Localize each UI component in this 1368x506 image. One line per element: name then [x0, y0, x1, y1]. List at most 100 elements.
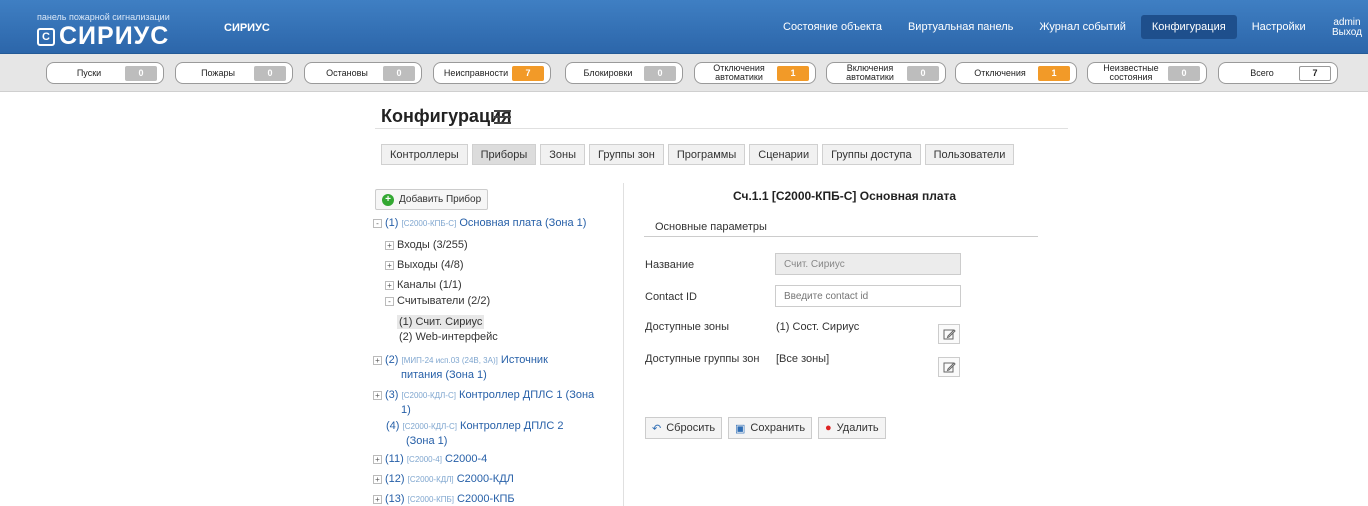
tree-node-4-line2: (Зона 1) — [406, 435, 448, 447]
tree-node-11[interactable]: + (11) [С2000-4] С2000-4 — [373, 453, 487, 465]
tree-node-1[interactable]: - (1) [С2000-КПБ-С] Основная плата (Зона … — [373, 217, 586, 229]
menu-icon[interactable] — [494, 110, 511, 124]
tree-node-readers[interactable]: - Считыватели (2/2) — [385, 295, 490, 307]
counter-label: Неисправности — [443, 67, 509, 78]
section-title: Основные параметры — [655, 221, 767, 233]
tab-users[interactable]: Пользователи — [924, 144, 1015, 165]
delete-icon: ● — [825, 422, 832, 434]
tree-node-inputs[interactable]: + Входы (3/255) — [385, 239, 468, 251]
expand-icon[interactable]: + — [373, 355, 382, 365]
expand-icon[interactable]: + — [385, 280, 394, 290]
add-device-label: Добавить Прибор — [399, 194, 482, 205]
brand-subtitle: панель пожарной сигнализации — [37, 12, 170, 22]
counter-automation-off[interactable]: Отключения автоматики 1 — [694, 62, 816, 84]
counter-fires[interactable]: Пожары 0 — [175, 62, 293, 84]
tab-controllers[interactable]: Контроллеры — [381, 144, 468, 165]
counter-value: 1 — [1038, 65, 1070, 81]
tab-zones[interactable]: Зоны — [540, 144, 585, 165]
tree-node-13[interactable]: + (13) [С2000-КПБ] С2000-КПБ — [373, 493, 515, 505]
config-tabs: Контроллеры Приборы Зоны Группы зон Прог… — [381, 144, 1018, 165]
tree-node-reader-2[interactable]: (2) Web-интерфейс — [399, 331, 498, 343]
nav-event-log[interactable]: Журнал событий — [1028, 15, 1136, 39]
status-counters-bar: Пуски 0 Пожары 0 Остановы 0 Неисправност… — [0, 54, 1368, 92]
tree-node-3-line2: 1) — [401, 404, 411, 416]
delete-button[interactable]: ● Удалить — [818, 417, 886, 439]
save-button[interactable]: ▣ Сохранить — [728, 417, 813, 439]
tab-scenarios[interactable]: Сценарии — [749, 144, 819, 165]
expand-icon[interactable]: + — [373, 454, 382, 464]
zones-label: Доступные зоны — [645, 321, 729, 333]
top-header: панель пожарной сигнализации С СИРИУС СИ… — [0, 0, 1368, 54]
expand-icon[interactable]: + — [373, 494, 382, 504]
tree-node-2-line2: питания (Зона 1) — [401, 369, 487, 381]
edit-icon — [943, 328, 956, 339]
counter-value: 0 — [644, 65, 676, 81]
counter-label: Блокировки — [583, 67, 633, 78]
contact-id-label: Contact ID — [645, 291, 697, 303]
tree-node-12[interactable]: + (12) [С2000-КДЛ] С2000-КДЛ — [373, 473, 514, 485]
expand-icon[interactable]: + — [385, 240, 394, 250]
collapse-icon[interactable]: - — [385, 296, 394, 306]
tab-programs[interactable]: Программы — [667, 144, 746, 165]
counter-faults[interactable]: Неисправности 7 — [433, 62, 551, 84]
panel-divider — [623, 183, 624, 506]
zones-value: (1) Сост. Сириус — [776, 321, 860, 333]
user-box: admin Выход — [1332, 18, 1362, 38]
counter-disables[interactable]: Отключения 1 — [955, 62, 1077, 84]
edit-zone-groups-button[interactable] — [938, 357, 960, 377]
expand-icon[interactable]: + — [373, 390, 382, 400]
title-divider — [375, 128, 1068, 129]
edit-icon — [943, 361, 956, 372]
brand-logo[interactable]: С СИРИУС — [37, 22, 169, 51]
reset-button[interactable]: ↶ Сбросить — [645, 417, 723, 439]
tree-node-channels[interactable]: + Каналы (1/1) — [385, 279, 462, 291]
page-title: Конфигурация — [381, 106, 512, 126]
tree-node-4[interactable]: (4) [С2000-КДЛ-С] Контроллер ДПЛС 2 — [386, 420, 563, 432]
counter-value: 1 — [777, 65, 809, 81]
nav-virtual-panel[interactable]: Виртуальная панель — [897, 15, 1024, 39]
brand-small-label: СИРИУС — [224, 22, 270, 34]
counter-label: Остановы — [326, 67, 368, 78]
tab-access-groups[interactable]: Группы доступа — [822, 144, 921, 165]
contact-id-field[interactable] — [775, 285, 961, 307]
add-icon: + — [382, 193, 394, 206]
counter-label: Неизвестные состояния — [1103, 63, 1159, 82]
counter-label: Включения автоматики — [846, 63, 894, 82]
brand-mark-icon: С — [37, 27, 55, 46]
expand-icon[interactable]: + — [385, 260, 394, 270]
nav-object-state[interactable]: Состояние объекта — [772, 15, 893, 39]
tree-node-reader-1[interactable]: (1) Счит. Сириус — [397, 315, 485, 329]
tree-node-3[interactable]: + (3) [С2000-КДЛ-С] Контроллер ДПЛС 1 (Зо… — [373, 389, 594, 401]
counter-label: Всего — [1250, 67, 1274, 78]
edit-zones-button[interactable] — [938, 324, 960, 344]
collapse-icon[interactable]: - — [373, 218, 382, 228]
counter-value: 0 — [254, 65, 286, 81]
tab-zone-groups[interactable]: Группы зон — [589, 144, 664, 165]
tab-devices[interactable]: Приборы — [471, 144, 537, 165]
name-label: Название — [645, 259, 695, 271]
add-device-button[interactable]: + Добавить Прибор — [375, 189, 489, 210]
counter-total[interactable]: Всего 7 — [1218, 62, 1338, 84]
tree-node-2[interactable]: + (2) [МИП-24 исп.03 (24В, 3А)] Источник — [373, 354, 548, 366]
logout-link[interactable]: Выход — [1332, 28, 1362, 38]
counter-label: Пуски — [76, 67, 102, 78]
counter-automation-on[interactable]: Включения автоматики 0 — [826, 62, 946, 84]
detail-title: Сч.1.1 [С2000-КПБ-С] Основная плата — [733, 189, 957, 203]
counter-value: 0 — [125, 65, 157, 81]
counter-label: Пожары — [201, 67, 235, 78]
counter-launches[interactable]: Пуски 0 — [46, 62, 164, 84]
counter-value: 7 — [1299, 65, 1331, 81]
nav-configuration[interactable]: Конфигурация — [1140, 15, 1237, 39]
zone-groups-value: [Все зоны] — [776, 353, 830, 365]
expand-icon[interactable]: + — [373, 474, 382, 484]
tree-node-outputs[interactable]: + Выходы (4/8) — [385, 259, 464, 271]
section-divider — [644, 236, 1038, 237]
nav-settings[interactable]: Настройки — [1241, 15, 1317, 39]
counter-unknown[interactable]: Неизвестные состояния 0 — [1087, 62, 1207, 84]
counter-value: 0 — [383, 65, 415, 81]
floppy-icon: ▣ — [735, 422, 746, 435]
counter-value: 0 — [1168, 65, 1200, 81]
counter-stops[interactable]: Остановы 0 — [304, 62, 422, 84]
counter-blocks[interactable]: Блокировки 0 — [565, 62, 683, 84]
counter-label: Отключения — [974, 67, 1026, 78]
